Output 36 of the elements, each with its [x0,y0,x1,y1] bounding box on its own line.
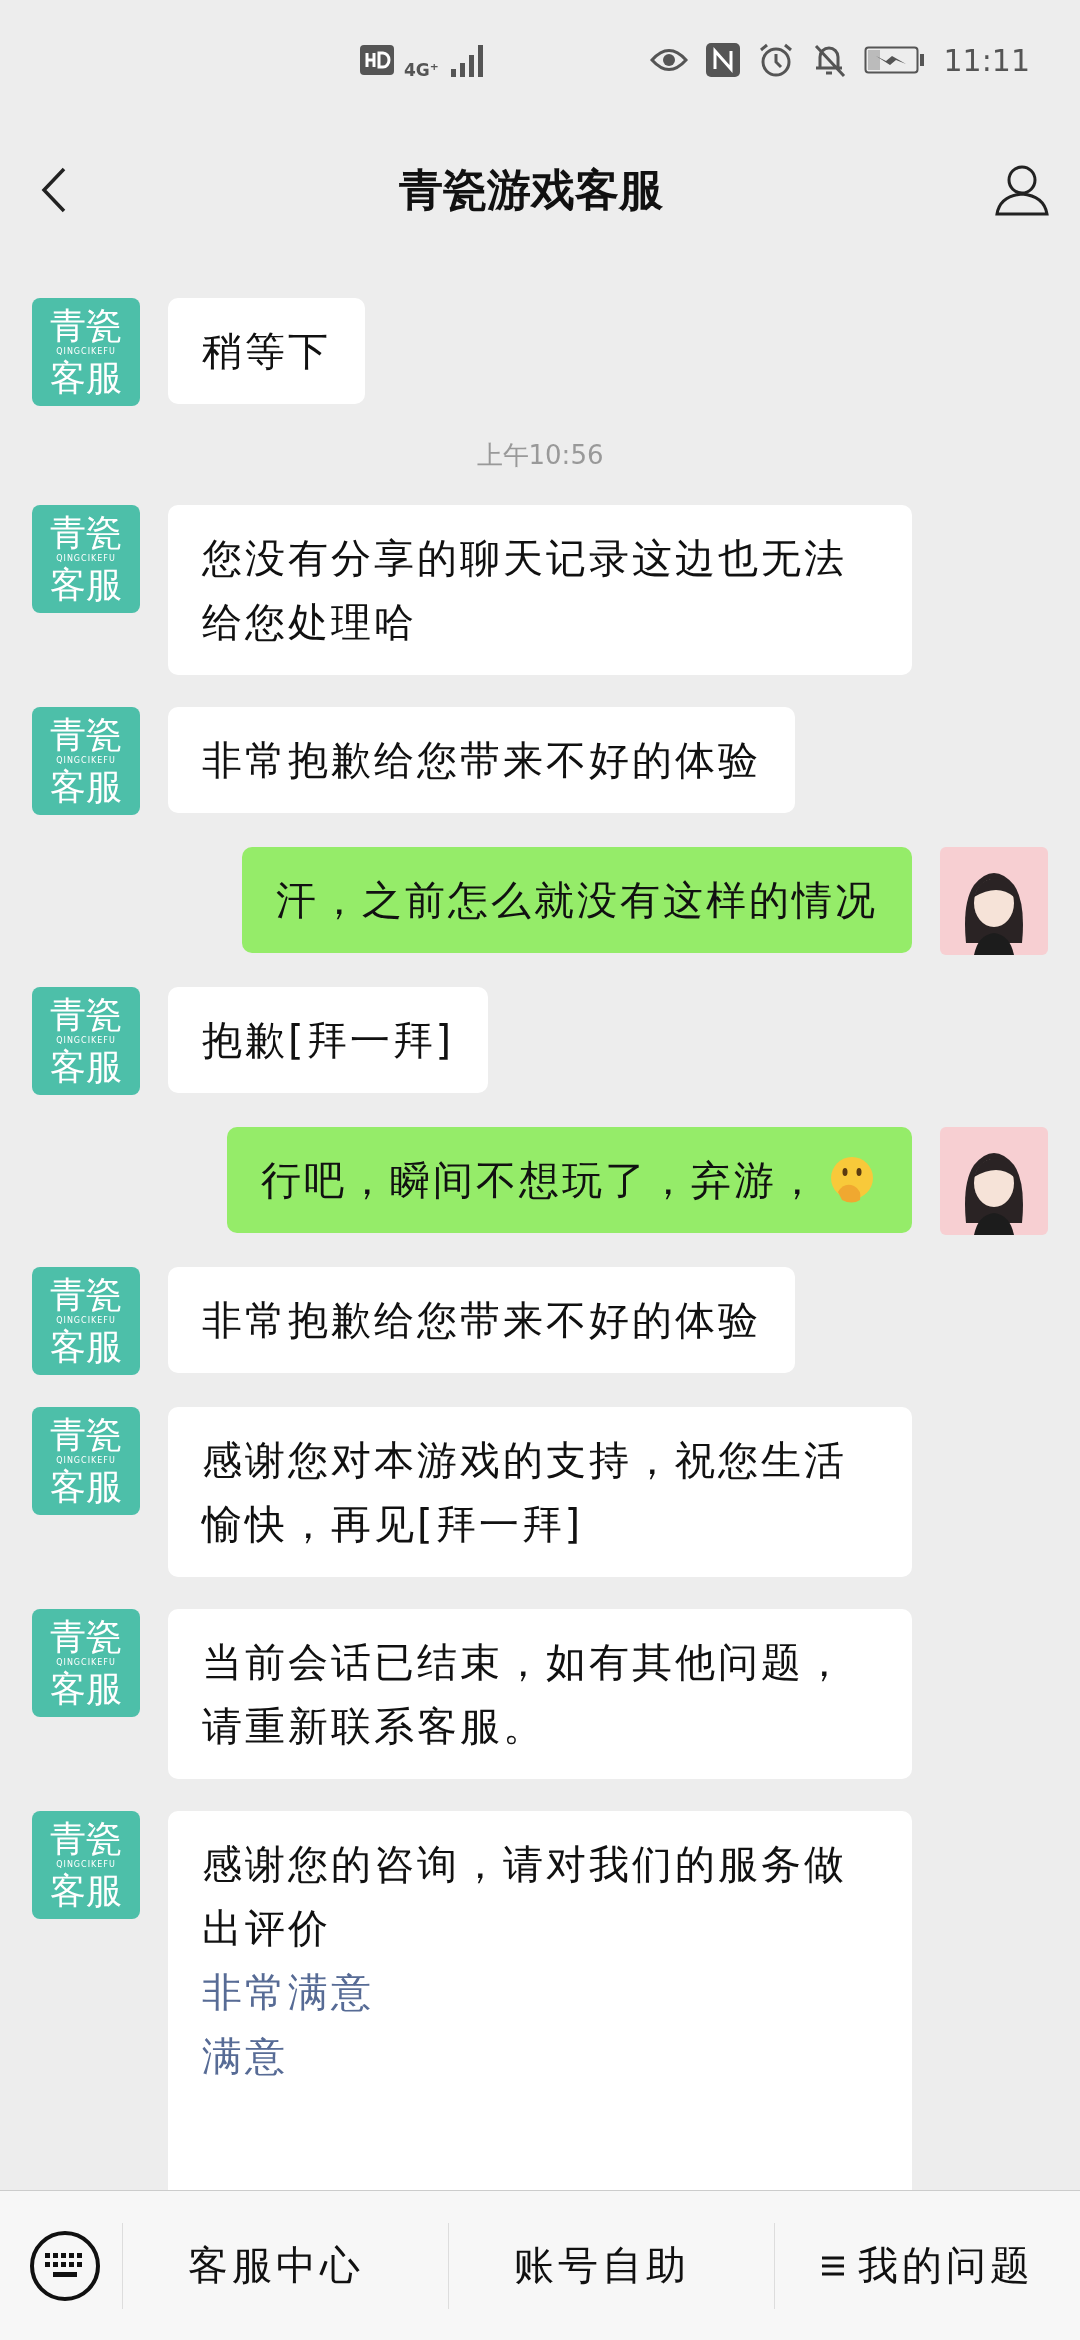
message-bubble: 抱歉[拜一拜] [168,987,489,1093]
alarm-icon [757,42,794,78]
agent-avatar: 青瓷 QINGCIKEFU 客服 [32,987,140,1095]
message-bubble: 行吧，瞬间不想玩了，弃游， [227,1127,912,1233]
person-icon[interactable] [994,164,1050,216]
message-bubble: 非常抱歉给您带来不好的体验 [168,1267,795,1373]
message-bubble: 稍等下 [168,298,365,404]
message-bubble: 当前会话已结束，如有其他问题，请重新联系客服。 [168,1609,912,1779]
chat-title: 青瓷游戏客服 [399,162,663,217]
hd-icon [360,45,394,75]
keyboard-icon[interactable] [28,2228,102,2303]
agent-avatar: 青瓷 QINGCIKEFU 客服 [32,1407,140,1515]
agent-avatar: 青瓷 QINGCIKEFU 客服 [32,1609,140,1717]
rating-link[interactable]: 满意 [202,2024,878,2088]
message-bubble: 汗，之前怎么就没有这样的情况 [242,847,912,953]
eye-icon [649,47,688,73]
nfc-icon [705,43,740,77]
menu-icon [821,2255,844,2276]
agent-avatar: 青瓷 QINGCIKEFU 客服 [32,1267,140,1375]
message-bubble: 感谢您的咨询，请对我们的服务做出评价 非常满意 满意 [168,1811,912,2190]
battery-icon [863,46,926,74]
message-bubble: 非常抱歉给您带来不好的体验 [168,707,795,813]
menu-button[interactable]: 账号自助 [449,2191,754,2340]
menu-button[interactable]: 客服中心 [123,2191,428,2340]
agent-avatar: 青瓷 QINGCIKEFU 客服 [32,1811,140,1919]
agent-avatar: 青瓷 QINGCIKEFU 客服 [32,298,140,406]
timestamp: 上午10:56 [476,439,604,472]
clock: 11:11 [943,42,1030,78]
agent-avatar: 青瓷 QINGCIKEFU 客服 [32,707,140,815]
message-bubble: 您没有分享的聊天记录这边也无法给您处理哈 [168,505,912,675]
agent-avatar: 青瓷 QINGCIKEFU 客服 [32,505,140,613]
rating-link[interactable]: 非常满意 [202,1960,878,2024]
message-bubble: 感谢您对本游戏的支持，祝您生活愉快，再见[拜一拜] [168,1407,912,1577]
network-label: 4G⁺ [404,60,439,80]
menu-button[interactable]: 我的问题 [775,2191,1080,2340]
back-icon[interactable] [40,166,68,214]
